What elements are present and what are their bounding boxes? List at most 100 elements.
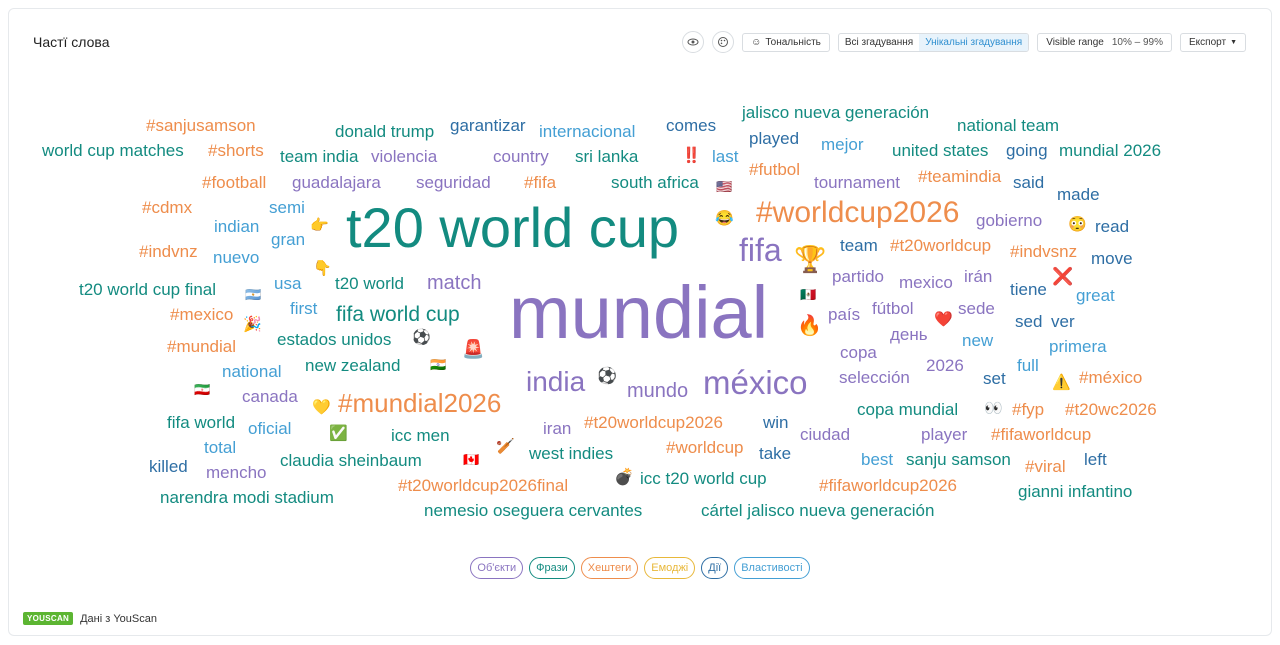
cloud-word[interactable]: united states <box>892 142 988 159</box>
cloud-word[interactable]: west indies <box>529 445 613 462</box>
cloud-word[interactable]: partido <box>832 268 884 285</box>
cloud-word[interactable]: team india <box>280 148 358 165</box>
cloud-word[interactable]: ciudad <box>800 426 850 443</box>
cloud-word[interactable]: great <box>1076 287 1115 304</box>
cloud-word[interactable]: india <box>526 368 585 396</box>
cloud-word[interactable]: #shorts <box>208 142 264 159</box>
cloud-word[interactable]: #futbol <box>749 161 800 178</box>
cloud-word[interactable]: claudia sheinbaum <box>280 452 422 469</box>
filter-objects[interactable]: Об'єкти <box>470 557 524 579</box>
cloud-word[interactable]: jalisco nueva generación <box>742 104 929 121</box>
cloud-word[interactable]: move <box>1091 250 1133 267</box>
cloud-word[interactable]: total <box>204 439 236 456</box>
cloud-word[interactable]: player <box>921 426 967 443</box>
cloud-word[interactable]: #fifaworldcup <box>991 426 1091 443</box>
cloud-word[interactable]: nemesio oseguera cervantes <box>424 502 642 519</box>
cloud-word[interactable]: fifa world <box>167 414 235 431</box>
cloud-word[interactable]: 2026 <box>926 357 964 374</box>
cloud-word[interactable]: #t20worldcup <box>890 237 991 254</box>
cloud-word[interactable]: tiene <box>1010 281 1047 298</box>
cloud-word[interactable]: seguridad <box>416 174 491 191</box>
cloud-word[interactable]: gran <box>271 231 305 248</box>
cloud-word[interactable]: #indvnz <box>139 243 198 260</box>
cloud-word[interactable]: день <box>890 326 928 343</box>
cloud-word[interactable]: estados unidos <box>277 331 391 348</box>
cloud-word[interactable]: canada <box>242 388 298 405</box>
cloud-word[interactable]: first <box>290 300 317 317</box>
cloud-word[interactable]: comes <box>666 117 716 134</box>
cloud-word[interactable]: mencho <box>206 464 266 481</box>
cloud-word[interactable]: icc t20 world cup <box>640 470 767 487</box>
cloud-word[interactable]: #t20worldcup2026final <box>398 477 568 494</box>
cloud-word[interactable]: país <box>828 306 860 323</box>
cloud-word[interactable]: iran <box>543 420 571 437</box>
cloud-word[interactable]: nuevo <box>213 249 259 266</box>
cloud-word[interactable]: fifa <box>739 234 782 266</box>
cloud-word[interactable]: #cdmx <box>142 199 192 216</box>
cloud-word[interactable]: #fifaworldcup2026 <box>819 477 957 494</box>
filter-phrases[interactable]: Фрази <box>529 557 575 579</box>
cloud-word[interactable]: garantizar <box>450 117 526 134</box>
cloud-word[interactable]: #teamindia <box>918 168 1001 185</box>
cloud-word[interactable]: oficial <box>248 420 291 437</box>
filter-actions[interactable]: Дії <box>701 557 729 579</box>
cloud-word[interactable]: set <box>983 370 1006 387</box>
cloud-word[interactable]: #t20worldcup2026 <box>584 414 723 431</box>
cloud-word[interactable]: team <box>840 237 878 254</box>
cloud-word[interactable]: national team <box>957 117 1059 134</box>
filter-hashtags[interactable]: Хештеги <box>580 557 639 579</box>
cloud-word[interactable]: tournament <box>814 174 900 191</box>
cloud-word[interactable]: fifa world cup <box>336 304 460 325</box>
cloud-word[interactable]: #mundial2026 <box>338 390 501 416</box>
cloud-word[interactable]: fútbol <box>872 300 914 317</box>
cloud-word[interactable]: left <box>1084 451 1107 468</box>
cloud-word[interactable]: said <box>1013 174 1044 191</box>
cloud-word[interactable]: sede <box>958 300 995 317</box>
cloud-word[interactable]: gianni infantino <box>1018 483 1132 500</box>
cloud-word[interactable]: #sanjusamson <box>146 117 256 134</box>
cloud-word[interactable]: icc men <box>391 427 450 444</box>
cloud-word[interactable]: guadalajara <box>292 174 381 191</box>
cloud-word[interactable]: violencia <box>371 148 437 165</box>
cloud-word[interactable]: usa <box>274 275 301 292</box>
cloud-word[interactable]: indian <box>214 218 259 235</box>
cloud-word[interactable]: match <box>427 273 481 293</box>
cloud-word[interactable]: south africa <box>611 174 699 191</box>
cloud-word[interactable]: national <box>222 363 282 380</box>
cloud-word[interactable]: #fyp <box>1012 401 1044 418</box>
cloud-word[interactable]: world cup matches <box>42 142 184 159</box>
cloud-word[interactable]: take <box>759 445 791 462</box>
cloud-word[interactable]: #worldcup2026 <box>756 198 959 228</box>
cloud-word[interactable]: mundial <box>509 276 768 350</box>
cloud-word[interactable]: t20 world cup <box>346 200 679 256</box>
cloud-word[interactable]: #mexico <box>170 306 233 323</box>
cloud-word[interactable]: win <box>763 414 789 431</box>
cloud-word[interactable]: last <box>712 148 738 165</box>
cloud-word[interactable]: played <box>749 130 799 147</box>
cloud-word[interactable]: mexico <box>899 274 953 291</box>
cloud-word[interactable]: internacional <box>539 123 635 140</box>
cloud-word[interactable]: #t20wc2026 <box>1065 401 1157 418</box>
cloud-word[interactable]: primera <box>1049 338 1107 355</box>
cloud-word[interactable]: sanju samson <box>906 451 1011 468</box>
cloud-word[interactable]: country <box>493 148 549 165</box>
cloud-word[interactable]: made <box>1057 186 1100 203</box>
cloud-word[interactable]: ver <box>1051 313 1075 330</box>
filter-emoji[interactable]: Емоджі <box>644 557 696 579</box>
cloud-word[interactable]: #mundial <box>167 338 236 355</box>
cloud-word[interactable]: gobierno <box>976 212 1042 229</box>
cloud-word[interactable]: sed <box>1015 313 1042 330</box>
filter-properties[interactable]: Властивості <box>734 557 810 579</box>
cloud-word[interactable]: #viral <box>1025 458 1066 475</box>
cloud-word[interactable]: new <box>962 332 993 349</box>
cloud-word[interactable]: going <box>1006 142 1048 159</box>
cloud-word[interactable]: full <box>1017 357 1039 374</box>
cloud-word[interactable]: t20 world cup final <box>79 281 216 298</box>
cloud-word[interactable]: killed <box>149 458 188 475</box>
cloud-word[interactable]: read <box>1095 218 1129 235</box>
cloud-word[interactable]: semi <box>269 199 305 216</box>
cloud-word[interactable]: t20 world <box>335 275 404 292</box>
cloud-word[interactable]: donald trump <box>335 123 434 140</box>
cloud-word[interactable]: #football <box>202 174 266 191</box>
cloud-word[interactable]: mundo <box>627 381 688 401</box>
